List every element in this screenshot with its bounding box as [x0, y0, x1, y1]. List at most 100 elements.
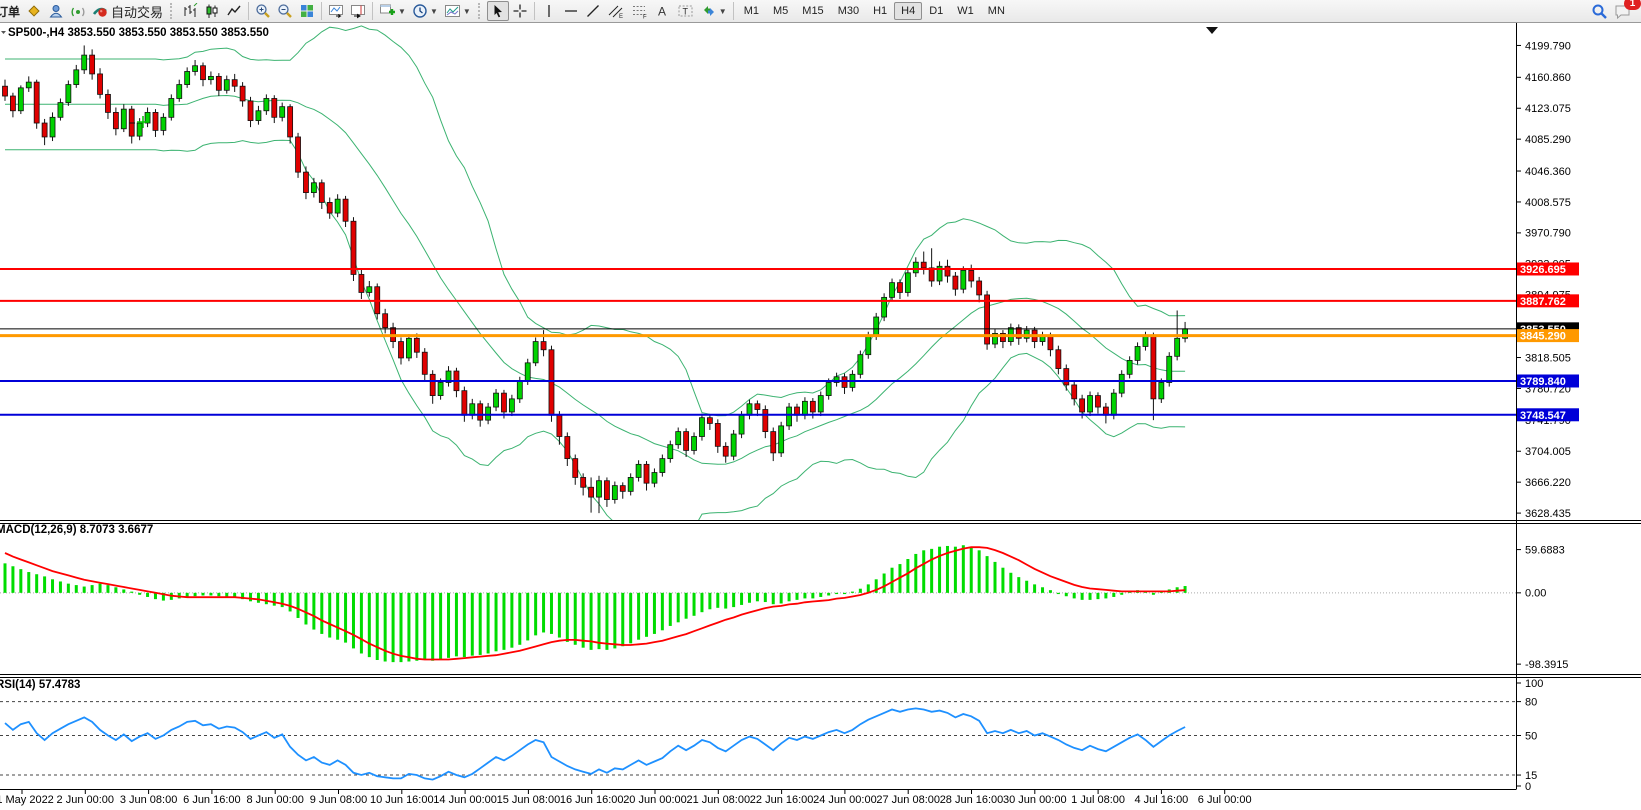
rsi-axis-tick-label: 100	[1525, 678, 1543, 690]
timeframe-button-MN[interactable]: MN	[981, 2, 1012, 20]
symbol-marker-icon	[1, 31, 6, 34]
candle-body	[42, 123, 47, 137]
candle-body	[494, 393, 499, 407]
price-axis-tick-label: 4046.360	[1525, 166, 1571, 178]
price-axis-tick-label: 4085.290	[1525, 134, 1571, 146]
fibonacci-icon: F	[631, 3, 649, 19]
timeframe-button-H4[interactable]: H4	[894, 2, 922, 20]
candle-body	[771, 432, 776, 453]
price-level-label-text: 3926.695	[1520, 264, 1566, 276]
candle-body	[18, 88, 23, 111]
candle-body	[248, 101, 253, 121]
candle-body	[525, 363, 530, 381]
price-level-label-text: 3748.547	[1520, 410, 1566, 422]
channel-tool[interactable]: E	[604, 1, 628, 21]
candle-body	[866, 336, 871, 355]
candle-body	[169, 98, 174, 117]
candle-body	[953, 276, 958, 289]
candle-body	[1119, 374, 1124, 393]
period-button[interactable]: ▼	[409, 1, 441, 21]
main-price-panel	[0, 26, 1516, 547]
tile-windows-button[interactable]	[296, 1, 318, 21]
text-label-icon: T	[677, 3, 695, 19]
candle-body	[763, 410, 768, 432]
text-label-tool[interactable]: T	[674, 1, 698, 21]
candle-body	[288, 107, 293, 137]
timeframe-button-H1[interactable]: H1	[866, 2, 894, 20]
template-button[interactable]: ▼	[441, 1, 474, 21]
candle-body	[1056, 350, 1061, 369]
cursor-tool-button[interactable]	[487, 1, 509, 21]
toolbar-separator	[733, 2, 734, 20]
search-button[interactable]	[1588, 1, 1611, 21]
time-axis-label: 16 Jun 16:00	[560, 794, 624, 806]
orders-button[interactable]: 订单	[0, 1, 23, 21]
candle-body	[113, 112, 118, 128]
candle-body	[945, 266, 950, 276]
candle-body	[335, 199, 340, 213]
text-tool[interactable]: A	[652, 1, 674, 21]
time-axis-label: 20 Jun 00:00	[623, 794, 687, 806]
new-chart-button[interactable]: ▼	[376, 1, 409, 21]
bar-chart-icon	[182, 3, 198, 19]
timeframe-button-M1[interactable]: M1	[737, 2, 766, 20]
autotrade-button[interactable]: 自动交易	[89, 1, 166, 21]
macd-axis-tick-label: 0.00	[1525, 588, 1546, 600]
candle-body	[1088, 396, 1093, 412]
timeframe-button-D1[interactable]: D1	[922, 2, 950, 20]
candle-body	[897, 283, 902, 293]
chart-canvas[interactable]: 4199.7904160.8604123.0754085.2904046.360…	[0, 23, 1641, 810]
timeframe-button-M30[interactable]: M30	[831, 2, 866, 20]
account-icon[interactable]	[45, 1, 67, 21]
timeframe-button-M5[interactable]: M5	[766, 2, 795, 20]
crosshair-tool-button[interactable]	[509, 1, 531, 21]
cursor-arrow-icon	[490, 3, 506, 19]
zoom-in-button[interactable]	[252, 1, 274, 21]
candle-body	[636, 464, 641, 477]
candle-body	[739, 415, 744, 434]
arrows-tool[interactable]: ▼	[698, 1, 730, 21]
fibonacci-tool[interactable]: F	[628, 1, 652, 21]
candle-body	[1151, 336, 1156, 399]
candle-body	[1064, 369, 1069, 385]
price-level-label-text: 3845.290	[1520, 331, 1566, 343]
candle-body	[715, 423, 720, 446]
new-chart-icon	[379, 3, 396, 19]
candlestick-chart-button[interactable]	[201, 1, 223, 21]
candle-body	[787, 407, 792, 426]
shift-marker-icon[interactable]	[1206, 27, 1218, 34]
candle-body	[1143, 336, 1148, 347]
arrow-objects-icon	[701, 3, 717, 19]
line-chart-button[interactable]	[223, 1, 245, 21]
macd-axis-tick-label: -98.3915	[1525, 659, 1568, 671]
candle-body	[161, 117, 166, 130]
macd-panel	[0, 545, 1516, 662]
timeframe-button-M15[interactable]: M15	[795, 2, 830, 20]
chevron-down-icon: ▼	[398, 7, 406, 16]
toolbar-separator	[372, 2, 373, 20]
time-axis-label: 24 Jun 00:00	[813, 794, 877, 806]
auto-scroll-button[interactable]	[325, 1, 347, 21]
candle-body	[430, 374, 435, 395]
bar-chart-button[interactable]	[179, 1, 201, 21]
gold-diamond-icon	[26, 3, 42, 19]
vertical-line-tool[interactable]	[538, 1, 560, 21]
signal-icon-button[interactable]	[67, 1, 89, 21]
candle-body	[367, 287, 372, 293]
trendline-tool[interactable]	[582, 1, 604, 21]
svg-text:T: T	[682, 7, 688, 17]
candle-body	[296, 137, 301, 172]
toolbar-grip	[478, 3, 484, 19]
horizontal-line-tool[interactable]	[560, 1, 582, 21]
clock-icon	[412, 3, 428, 19]
timeframe-button-W1[interactable]: W1	[950, 2, 981, 20]
zoom-out-button[interactable]	[274, 1, 296, 21]
candle-body	[557, 415, 562, 436]
price-axis-tick-label: 3970.790	[1525, 228, 1571, 240]
notifications-button-wrap: 1	[1611, 1, 1635, 21]
candle-body	[414, 338, 419, 352]
macd-indicator-label: MACD(12,26,9) 8.7073 3.6677	[0, 524, 153, 536]
new-order-icon[interactable]	[23, 1, 45, 21]
candle-body	[604, 481, 609, 500]
chart-shift-button[interactable]	[347, 1, 369, 21]
